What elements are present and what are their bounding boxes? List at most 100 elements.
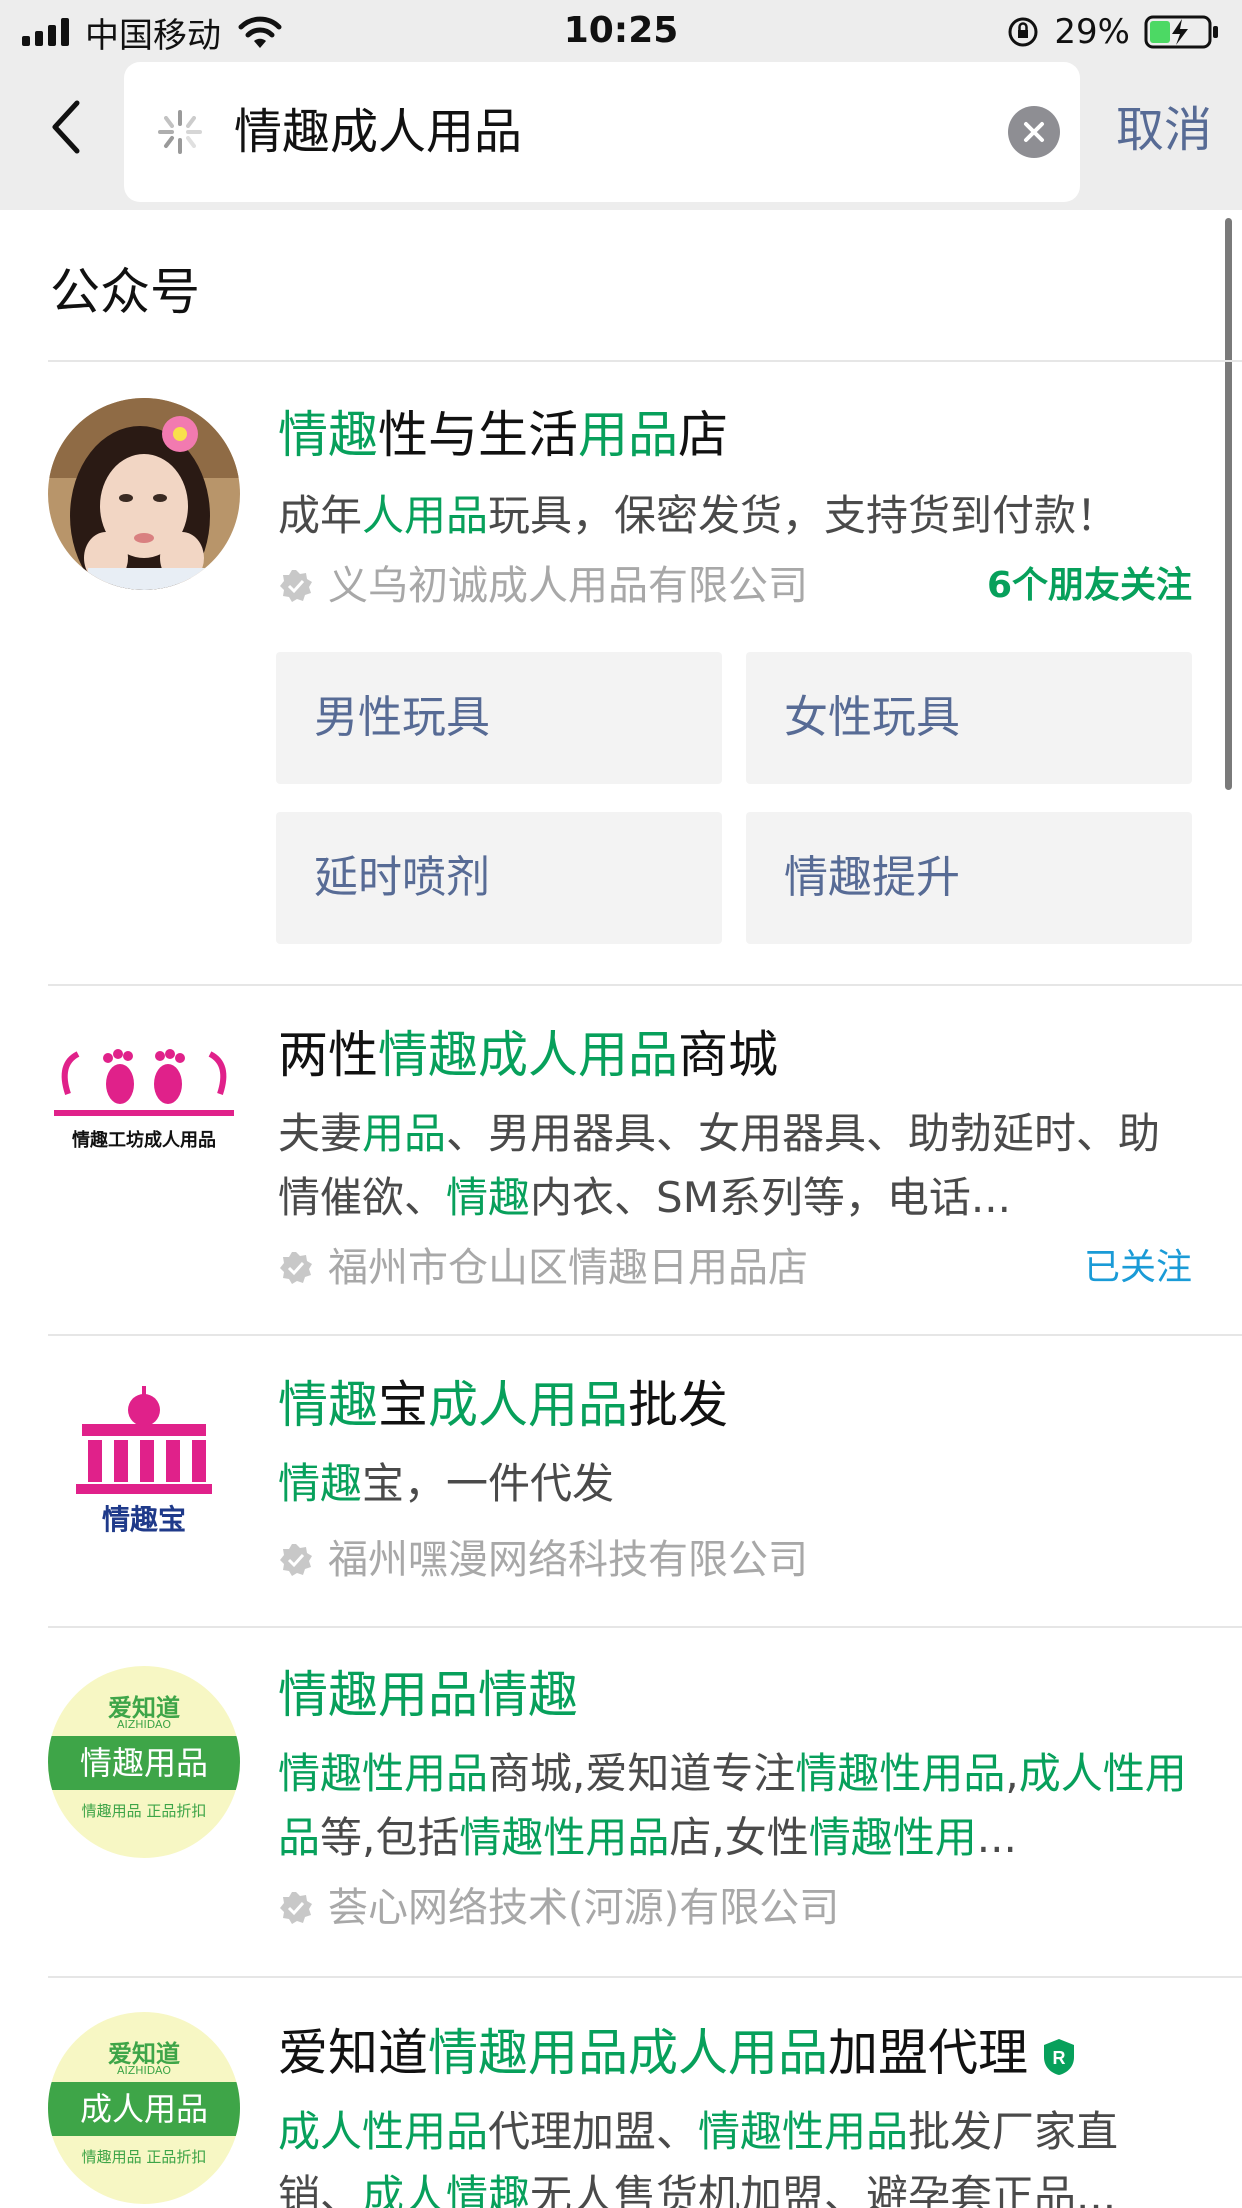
logo-text: 情趣宝 [101,1503,186,1536]
highlight-text: 成人性用品 [278,2107,489,2156]
plain-text: 夫妻 [278,1109,363,1158]
plain-text: , [1005,1749,1019,1798]
highlight-text: 人用品 [362,491,489,540]
highlight-text: 用品 [578,406,678,464]
divider [48,1626,1242,1628]
menu-button[interactable]: 男性玩具 [276,652,722,784]
result-title[interactable]: 两性情趣成人用品商城 [278,1024,778,1086]
logo-text: 情趣工坊成人用品 [72,1130,216,1151]
plain-text: 爱知道 [278,2024,428,2082]
org-name: 福州嘿漫网络科技有限公司 [328,1537,808,1583]
cancel-button[interactable]: 取消 [1116,100,1212,160]
avatar [48,398,240,590]
result-org: 福州市仓山区情趣日用品店 [278,1242,808,1294]
logo-foot: 情趣用品 正品折扣 [81,2148,207,2166]
result-org: 荟心网络技术(河源)有限公司 [278,1882,839,1934]
highlight-text: 成人用品 [428,1376,628,1434]
search-input[interactable]: 情趣成人用品 [234,102,522,162]
highlight-text: 情趣 [278,1376,378,1434]
plain-text: 店 [678,406,728,464]
highlight-text: 用品 [362,1109,447,1158]
logo-foot: 情趣用品 正品折扣 [81,1802,207,1820]
org-name: 福州市仓山区情趣日用品店 [328,1245,808,1291]
result-title[interactable]: 爱知道情趣用品成人用品加盟代理 R [278,2022,1076,2084]
orientation-lock-icon [1008,17,1038,47]
highlight-text: 情趣 [278,1459,363,1508]
plain-text: 玩具，保密发货，支持货到付款！ [488,491,1119,540]
result-title[interactable]: 情趣用品情趣 [278,1664,578,1726]
plain-text: 性与生活 [378,406,578,464]
plain-text: 宝 [378,1376,428,1434]
plain-text: 等,包括 [320,1813,460,1862]
followed-label: 已关注 [1083,1247,1192,1288]
plain-text: 内衣、SM系列等，电话... [530,1173,1011,1222]
clear-search-button[interactable] [1008,106,1060,158]
org-name: 义乌初诚成人用品有限公司 [328,563,808,609]
highlight-text: 情趣用品成人用品 [428,2024,828,2082]
registered-badge: R [1042,2037,1076,2077]
org-name: 荟心网络技术(河源)有限公司 [328,1885,840,1931]
highlight-text: 情趣用品情趣 [278,1666,578,1724]
divider [48,1334,1242,1336]
result-description: 成人性用品代理加盟、情趣性用品批发厂家直销、成人情趣无人售货机加盟、避孕套正品.… [278,2100,1196,2208]
plain-text: 宝，一件代发 [362,1459,615,1508]
logo-main: 情趣用品 [48,1736,240,1790]
avatar: 情趣工坊成人用品 [48,1034,240,1226]
plain-text: 商城,爱知道专注 [488,1749,796,1798]
search-header: 情趣成人用品 取消 [0,62,1242,210]
logo-sub: AIZHIDAO [116,1718,172,1731]
plain-text: ... [976,1813,1017,1862]
divider [48,360,1242,362]
search-box[interactable]: 情趣成人用品 [124,62,1080,202]
avatar: 情趣宝 [48,1384,240,1576]
result-description: 情趣性用品商城,爱知道专注情趣性用品,成人性用品等,包括情趣性用品店,女性情趣性… [278,1742,1196,1870]
logo-footprints [54,1049,234,1116]
result-title[interactable]: 情趣性与生活用品店 [278,404,728,466]
section-title: 公众号 [50,263,200,321]
verified-icon [280,1252,312,1284]
highlight-text: 情趣 [278,406,378,464]
logo-sub: AIZHIDAO [116,2064,172,2077]
close-icon [1024,122,1044,142]
avatar-photo [48,398,240,590]
plain-text: 代理加盟、 [488,2107,699,2156]
verified-icon [280,1892,312,1924]
menu-button[interactable]: 延时喷剂 [276,812,722,944]
plain-text: 店,女性 [669,1813,809,1862]
result-org: 义乌初诚成人用品有限公司 [278,560,808,612]
result-org: 福州嘿漫网络科技有限公司 [278,1534,808,1586]
chevron-left-icon [52,100,80,154]
highlight-text: 情趣成人用品 [378,1026,678,1084]
highlight-text: 情趣性用 [808,1813,977,1862]
back-button[interactable] [36,92,96,162]
verified-icon [280,570,312,602]
scrollbar[interactable] [1225,218,1232,790]
loading-spinner-icon [158,110,202,154]
plain-text: 批发 [628,1376,728,1434]
plain-text: 商城 [678,1026,778,1084]
divider [48,1976,1242,1978]
menu-button[interactable]: 女性玩具 [746,652,1192,784]
avatar: 爱知道 AIZHIDAO 成人用品 情趣用品 正品折扣 [48,2012,240,2204]
highlight-text: 情趣性用品 [278,1749,489,1798]
result-description: 夫妻用品、男用器具、女用器具、助勃延时、助情催欲、情趣内衣、SM系列等，电话..… [278,1102,1196,1230]
status-right: 29% [1006,10,1220,54]
battery-percent: 29% [1054,12,1130,52]
plain-text: 无人售货机加盟、避孕套正品... [530,2171,1117,2208]
plain-text: 加盟代理 [828,2024,1028,2082]
highlight-text: 情趣性用品 [459,1813,670,1862]
avatar: 爱知道 AIZHIDAO 情趣用品 情趣用品 正品折扣 [48,1666,240,1858]
verified-icon [280,1544,312,1576]
result-description: 成年人用品玩具，保密发货，支持货到付款！ [278,484,1196,548]
highlight-text: 情趣性用品 [698,2107,909,2156]
highlight-text: 成人情趣 [362,2171,531,2208]
highlight-text: 情趣 [446,1173,531,1222]
logo-main: 成人用品 [48,2082,240,2136]
highlight-text: 情趣性用品 [795,1749,1006,1798]
plain-text: 成年 [278,491,363,540]
menu-button[interactable]: 情趣提升 [746,812,1192,944]
plain-text: 两性 [278,1026,378,1084]
status-bar: 中国移动 10:25 29% [0,0,1242,62]
result-title[interactable]: 情趣宝成人用品批发 [278,1374,728,1436]
friends-follow-label: 6个朋友关注 [986,565,1192,606]
